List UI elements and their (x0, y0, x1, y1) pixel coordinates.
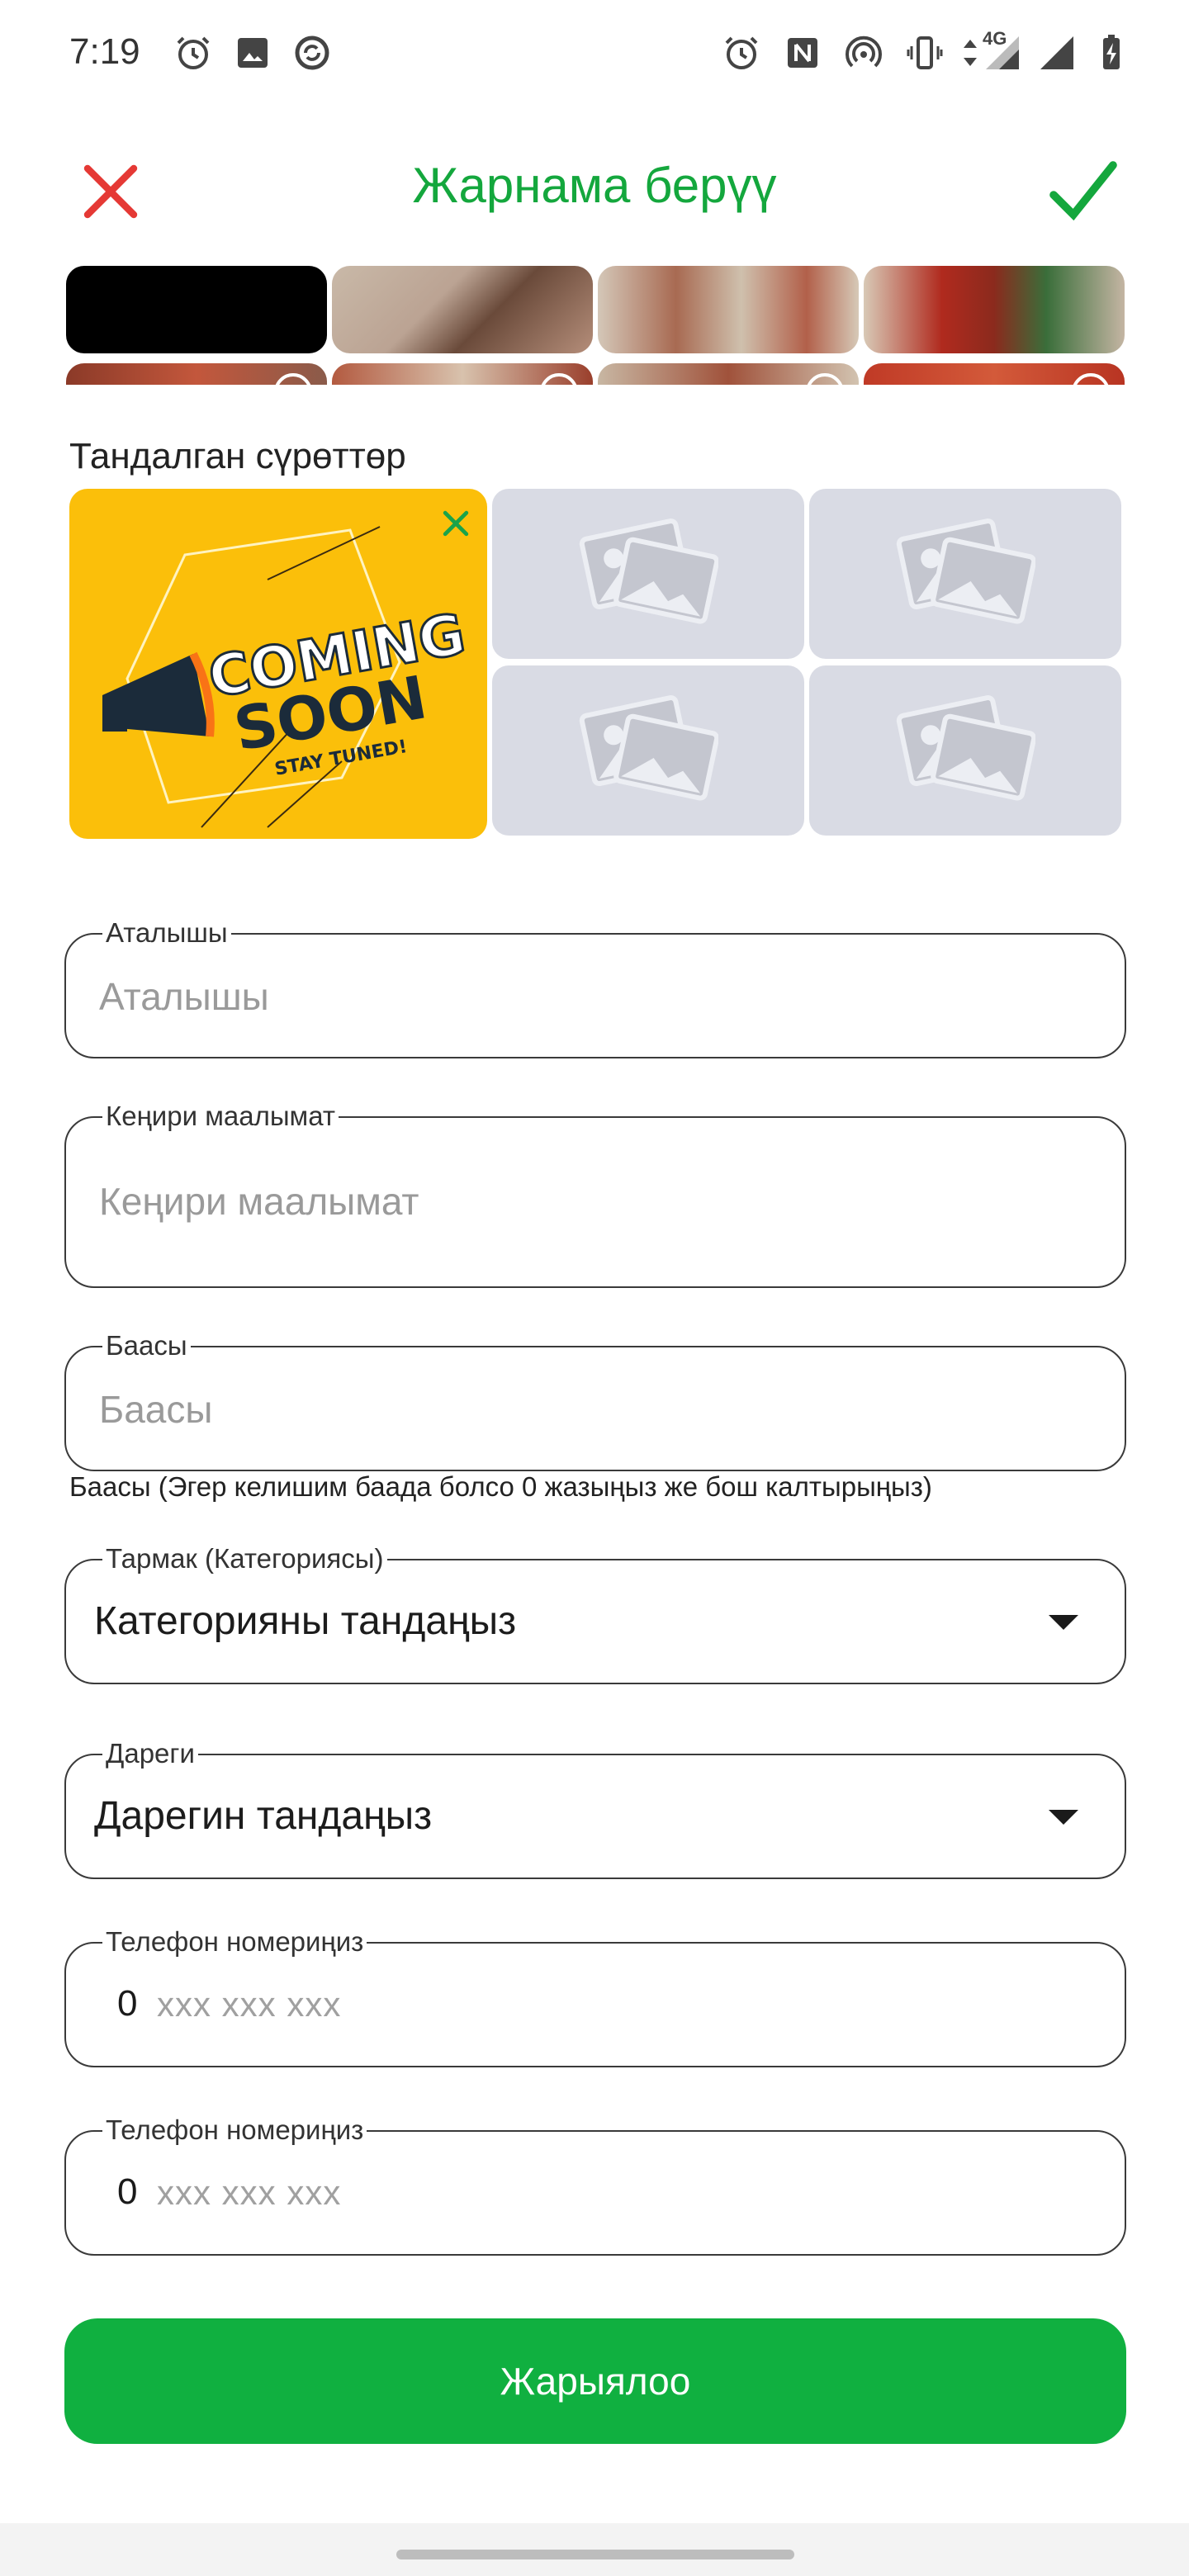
remove-photo-icon[interactable] (438, 505, 474, 542)
select-radio[interactable] (274, 373, 312, 385)
nfc-icon (788, 38, 817, 68)
phone-field-legend: Телефон номериңиз (102, 2114, 367, 2147)
sync-icon (295, 36, 329, 70)
alarm-icon (177, 36, 210, 69)
address-select[interactable]: Дареги Дарегин тандаңыз (64, 1737, 1126, 1879)
publish-button[interactable]: Жарыялоо (64, 2318, 1126, 2444)
coming-soon-image: COMING SOON STAY TUNED! (102, 526, 471, 828)
price-field[interactable]: Баасы Баасы (64, 1329, 1126, 1471)
phone-field-2[interactable]: Телефон номериңиз 0 xxx xxx xxx (64, 2114, 1126, 2256)
select-radio[interactable] (1072, 373, 1110, 385)
phone-field-1[interactable]: Телефон номериңиз 0 xxx xxx xxx (64, 1925, 1126, 2067)
image-icon (238, 38, 268, 68)
gallery-thumbnail[interactable] (598, 363, 859, 385)
empty-photo-slot[interactable] (492, 665, 804, 836)
phone-prefix: 0 (117, 2171, 138, 2212)
photo-gallery[interactable] (66, 266, 1131, 385)
empty-photo-slot[interactable] (809, 665, 1121, 836)
price-helper-text: Баасы (Эгер келишим баада болсо 0 жазыңы… (69, 1471, 932, 1502)
check-icon[interactable] (1044, 152, 1123, 231)
image-placeholder-icon (896, 695, 1035, 801)
gallery-thumbnail[interactable] (598, 266, 859, 353)
selected-photos-label: Тандалган сүрөттөр (69, 436, 406, 476)
category-field-legend: Тармак (Категориясы) (102, 1542, 387, 1575)
empty-photo-slot[interactable] (492, 489, 804, 659)
price-input[interactable]: Баасы (99, 1387, 212, 1432)
gallery-thumbnail[interactable] (864, 266, 1125, 353)
description-input[interactable]: Кеңири маалымат (99, 1179, 419, 1224)
title-input[interactable]: Аталышы (99, 974, 269, 1019)
status-time: 7:19 (69, 31, 140, 72)
app-bar: Жарнама берүү (0, 132, 1189, 239)
dropdown-arrow-icon (1049, 1615, 1078, 1630)
select-radio[interactable] (806, 373, 844, 385)
description-field[interactable]: Кеңири маалымат Кеңири маалымат (64, 1100, 1126, 1288)
select-radio[interactable] (540, 373, 578, 385)
mobile-data-arrows-icon (964, 40, 977, 66)
gallery-thumbnail[interactable] (864, 363, 1125, 385)
gallery-thumbnail[interactable] (66, 363, 327, 385)
category-selected-value: Категорияны тандаңыз (94, 1599, 517, 1643)
dropdown-arrow-icon (1049, 1810, 1078, 1825)
phone-input[interactable]: xxx xxx xxx (157, 1985, 341, 2024)
description-field-legend: Кеңири маалымат (102, 1100, 339, 1133)
megaphone-icon (102, 651, 215, 737)
vibrate-icon (907, 36, 943, 69)
alarm-icon (725, 36, 758, 69)
selected-photo[interactable]: COMING SOON STAY TUNED! (69, 489, 487, 839)
category-select[interactable]: Тармак (Категориясы) Категорияны тандаңы… (64, 1542, 1126, 1684)
signal-icon (1040, 36, 1073, 69)
hotspot-icon (846, 36, 882, 68)
image-placeholder-icon (896, 519, 1035, 624)
phone-field-legend: Телефон номериңиз (102, 1925, 367, 1958)
status-bar: 7:19 4G (0, 0, 1189, 107)
system-nav-bar (0, 2523, 1189, 2576)
phone-prefix: 0 (117, 1983, 138, 2024)
image-placeholder-icon (579, 519, 718, 624)
phone-input[interactable]: xxx xxx xxx (157, 2173, 341, 2213)
gallery-thumbnail[interactable] (332, 266, 593, 353)
gesture-handle[interactable] (396, 2550, 794, 2559)
gallery-thumbnail[interactable] (66, 266, 327, 353)
title-field[interactable]: Аталышы Аталышы (64, 916, 1126, 1058)
address-selected-value: Дарегин тандаңыз (94, 1794, 433, 1838)
image-placeholder-icon (579, 695, 718, 801)
selected-photos-grid: COMING SOON STAY TUNED! (69, 489, 1123, 839)
page-title: Жарнама берүү (412, 158, 777, 213)
battery-charging-icon (1103, 35, 1120, 69)
address-field-legend: Дареги (102, 1737, 198, 1770)
price-field-legend: Баасы (102, 1329, 191, 1362)
gallery-thumbnail[interactable] (332, 363, 593, 385)
empty-photo-slot[interactable] (809, 489, 1121, 659)
title-field-legend: Аталышы (102, 916, 231, 949)
signal-icon (986, 36, 1019, 69)
